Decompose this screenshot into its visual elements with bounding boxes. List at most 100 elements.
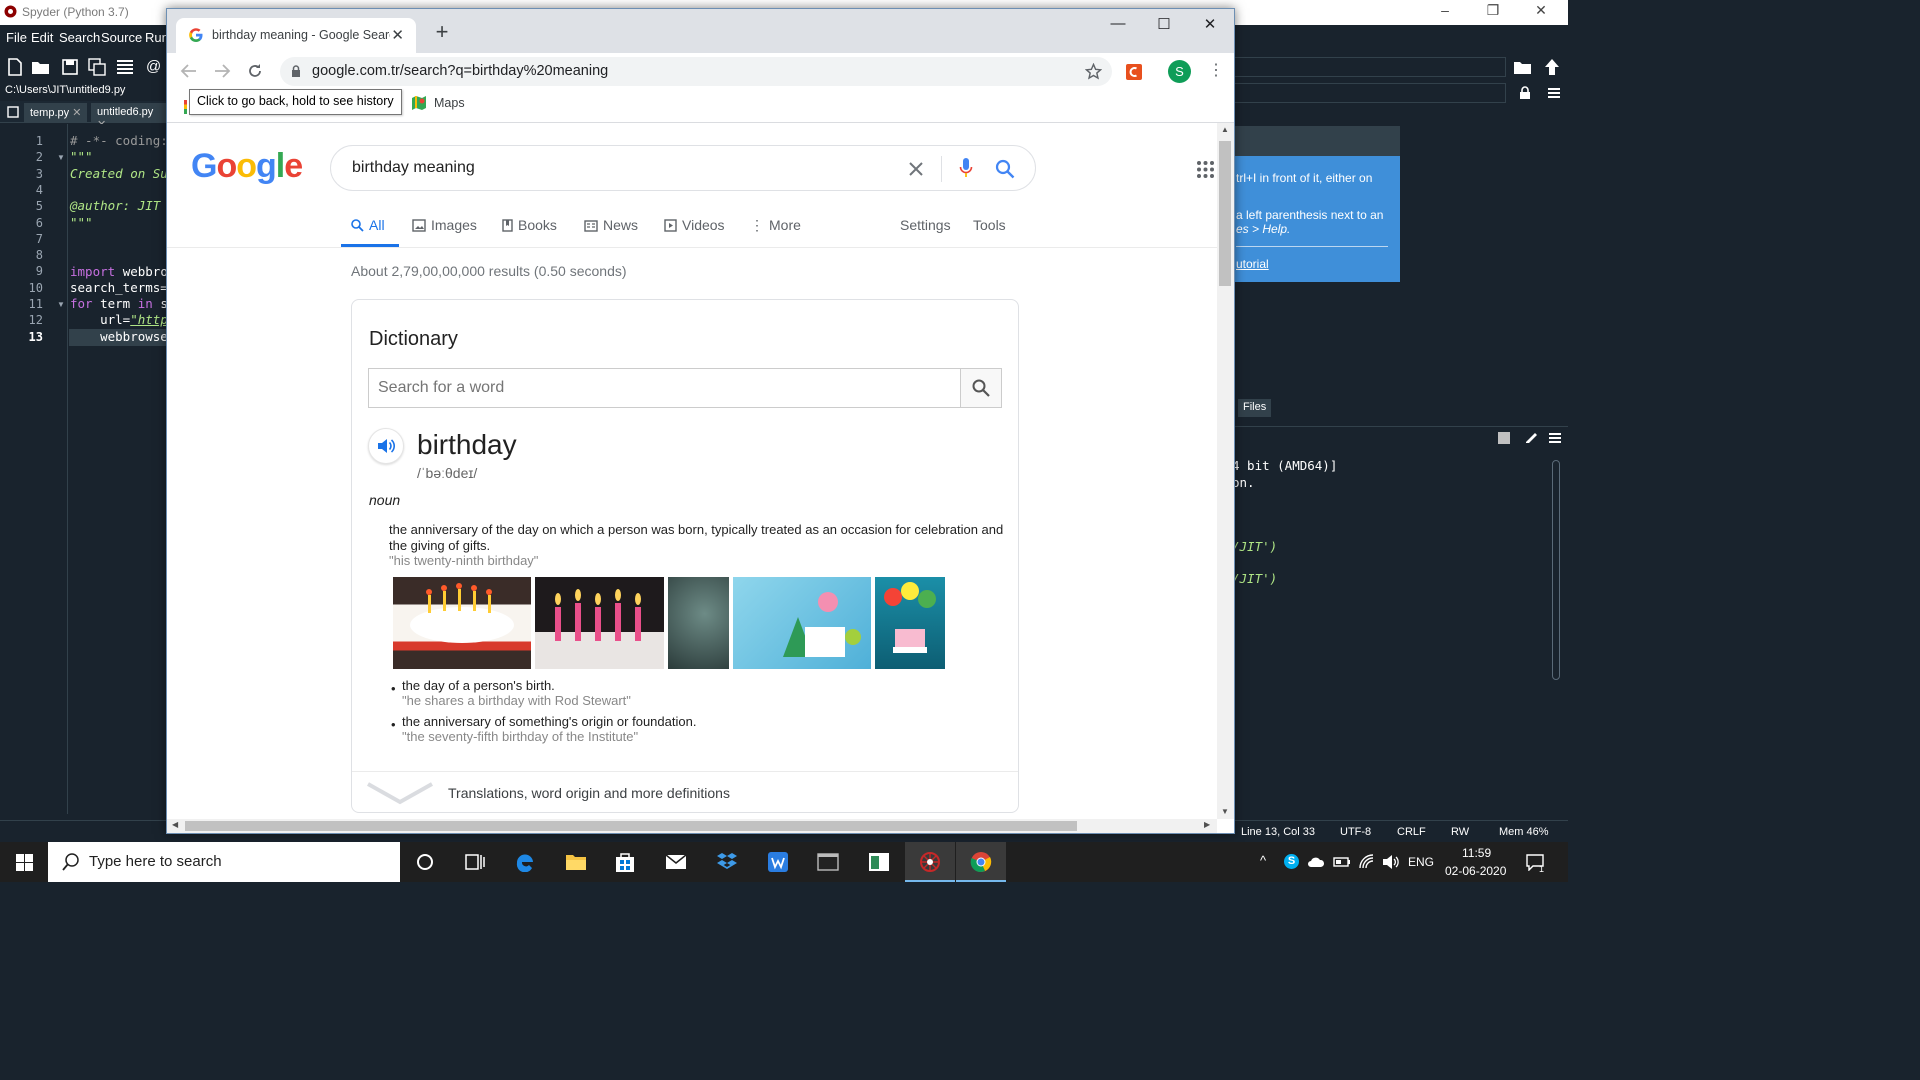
- menu-edit[interactable]: Edit: [31, 30, 53, 45]
- console-options-icon[interactable]: [1548, 432, 1562, 444]
- page-vertical-scrollbar[interactable]: ▲ ▼: [1217, 123, 1234, 819]
- stop-icon[interactable]: [1498, 432, 1510, 444]
- close-icon[interactable]: ✕: [72, 107, 81, 119]
- open-folder-icon[interactable]: [31, 58, 51, 76]
- onedrive-icon[interactable]: [1307, 855, 1325, 869]
- google-logo[interactable]: Google: [191, 147, 303, 186]
- list-icon[interactable]: [115, 58, 135, 76]
- menu-search[interactable]: Search: [59, 30, 100, 45]
- console-scrollbar[interactable]: [1552, 460, 1560, 680]
- menu-file[interactable]: File: [6, 30, 27, 45]
- input-language[interactable]: ENG: [1408, 855, 1434, 869]
- lock-icon[interactable]: [291, 65, 301, 78]
- bookmark-maps[interactable]: Maps: [434, 96, 465, 110]
- fold-arrow-icon[interactable]: ▼: [57, 153, 65, 162]
- back-arrow-icon[interactable]: [180, 63, 198, 79]
- chrome-maximize-button[interactable]: ☐: [1141, 15, 1187, 39]
- volume-icon[interactable]: [1382, 854, 1400, 870]
- forward-arrow-icon[interactable]: [213, 63, 231, 79]
- save-icon[interactable]: [60, 58, 80, 76]
- help-source-combo[interactable]: [1234, 83, 1506, 103]
- page-horizontal-scrollbar[interactable]: ◀ ▶: [167, 819, 1217, 833]
- google-apps-grid-icon[interactable]: [1197, 161, 1214, 178]
- working-directory-combo[interactable]: [1234, 57, 1506, 77]
- chrome-app[interactable]: [956, 842, 1006, 882]
- search-query[interactable]: birthday meaning: [352, 159, 475, 177]
- scrollbar-thumb[interactable]: [185, 821, 1077, 831]
- maps-icon[interactable]: [411, 95, 427, 111]
- save-all-icon[interactable]: [87, 58, 107, 76]
- search-icon[interactable]: [995, 159, 1015, 179]
- scroll-left-icon[interactable]: ◀: [172, 820, 178, 829]
- tab-videos[interactable]: Videos: [664, 217, 725, 233]
- spyder-restore-button[interactable]: ❐: [1470, 2, 1516, 22]
- birthday-image-thumbnail[interactable]: [668, 577, 729, 669]
- birthday-image-thumbnail[interactable]: [733, 577, 871, 669]
- wps-writer-app[interactable]: [753, 842, 803, 882]
- store-app[interactable]: [600, 842, 650, 882]
- spreadsheet-app[interactable]: [854, 842, 904, 882]
- new-file-icon[interactable]: [5, 58, 25, 76]
- reload-icon[interactable]: [247, 63, 263, 79]
- tab-all[interactable]: All: [351, 217, 385, 233]
- lock-icon[interactable]: [1519, 86, 1531, 100]
- clock-date[interactable]: 02-06-2020: [1445, 864, 1506, 878]
- file-explorer-app[interactable]: [550, 842, 600, 882]
- clear-search-icon[interactable]: [908, 161, 924, 177]
- dictionary-search-button[interactable]: [960, 369, 1001, 407]
- mail-app[interactable]: [651, 842, 701, 882]
- dropbox-app[interactable]: [702, 842, 752, 882]
- scroll-up-icon[interactable]: ▲: [1221, 125, 1229, 134]
- tab-images[interactable]: Images: [412, 217, 477, 233]
- birthday-image-thumbnail[interactable]: [875, 577, 945, 669]
- task-view-button[interactable]: [450, 842, 500, 882]
- dictionary-search-input[interactable]: Search for a word: [368, 368, 1002, 408]
- chrome-menu-icon[interactable]: ⋮: [1208, 60, 1224, 80]
- bookmark-star-icon[interactable]: [1085, 63, 1102, 80]
- show-hidden-icons-icon[interactable]: ^: [1260, 853, 1266, 868]
- start-button[interactable]: [0, 842, 48, 882]
- extension-icon[interactable]: [1125, 63, 1143, 81]
- command-prompt-app[interactable]: [803, 842, 853, 882]
- new-tab-button[interactable]: +: [431, 21, 453, 43]
- birthday-image-thumbnail[interactable]: [393, 577, 531, 669]
- tab-temp-py[interactable]: temp.py ✕: [24, 103, 88, 123]
- spyder-minimize-button[interactable]: –: [1422, 2, 1468, 22]
- settings-link[interactable]: Settings: [900, 217, 951, 233]
- spyder-app[interactable]: [905, 842, 955, 882]
- birthday-image-thumbnail[interactable]: [535, 577, 664, 669]
- address-bar[interactable]: google.com.tr/search?q=birthday%20meanin…: [280, 57, 1112, 86]
- chrome-minimize-button[interactable]: —: [1095, 15, 1141, 39]
- profile-avatar[interactable]: S: [1168, 60, 1191, 83]
- code-editor[interactable]: # -*- coding: """ Created on Su @author:…: [69, 124, 166, 814]
- tools-link[interactable]: Tools: [973, 217, 1006, 233]
- battery-icon[interactable]: [1333, 856, 1351, 868]
- clock-time[interactable]: 11:59: [1462, 846, 1491, 860]
- apps-bookmark-icon[interactable]: [184, 100, 187, 114]
- scroll-right-icon[interactable]: ▶: [1204, 820, 1210, 829]
- scrollbar-thumb[interactable]: [1219, 141, 1231, 286]
- edge-app[interactable]: [500, 842, 550, 882]
- url-text[interactable]: google.com.tr/search?q=birthday%20meanin…: [312, 63, 608, 79]
- google-search-box[interactable]: birthday meaning: [330, 145, 1036, 191]
- tab-close-icon[interactable]: ✕: [391, 26, 404, 44]
- browser-tab[interactable]: birthday meaning - Google Search ✕: [176, 18, 416, 53]
- voice-search-icon[interactable]: [959, 157, 973, 179]
- scroll-down-icon[interactable]: ▼: [1221, 807, 1229, 816]
- tab-files[interactable]: Files: [1238, 399, 1272, 417]
- more-definitions-expander[interactable]: Translations, word origin and more defin…: [352, 771, 1018, 812]
- ipython-console[interactable]: 4 bit (AMD64)] on. /JIT') /JIT'): [1232, 450, 1552, 800]
- skype-icon[interactable]: S: [1284, 854, 1299, 869]
- options-menu-icon[interactable]: [1547, 87, 1561, 99]
- menu-source[interactable]: Source: [101, 30, 142, 45]
- at-icon[interactable]: @: [146, 58, 161, 75]
- tab-untitled6-py[interactable]: untitled6.py ✕: [91, 103, 166, 131]
- tab-books[interactable]: Books: [502, 217, 557, 233]
- wifi-icon[interactable]: [1359, 854, 1375, 870]
- help-tutorial-link[interactable]: utorial: [1236, 257, 1269, 271]
- tab-more[interactable]: ⋮ More: [750, 217, 801, 234]
- cortana-button[interactable]: [400, 842, 450, 882]
- eraser-icon[interactable]: [1523, 431, 1537, 443]
- spyder-close-button[interactable]: ✕: [1518, 2, 1564, 22]
- browse-tabs-icon[interactable]: [7, 106, 19, 118]
